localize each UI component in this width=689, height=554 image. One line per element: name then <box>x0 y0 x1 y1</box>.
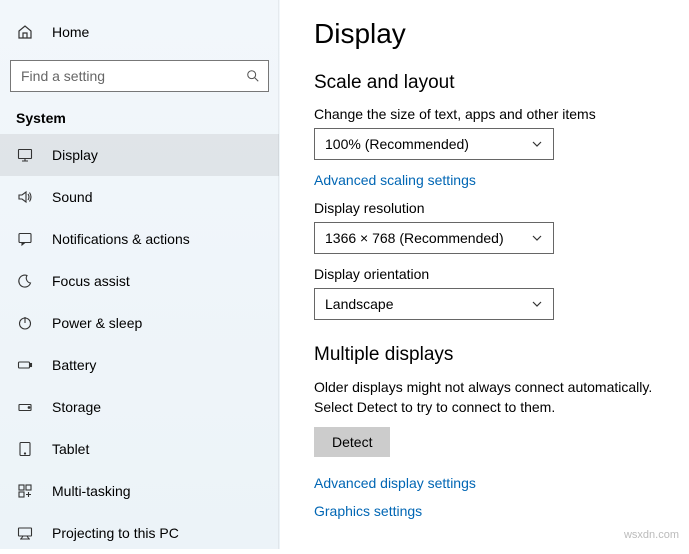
sidebar-nav-list: Display Sound Notifications & actions Fo… <box>0 134 279 554</box>
project-icon <box>16 524 34 542</box>
monitor-icon <box>16 146 34 164</box>
power-icon <box>16 314 34 332</box>
chevron-down-icon <box>531 298 543 310</box>
page-title: Display <box>314 18 667 50</box>
detect-button[interactable]: Detect <box>314 427 390 457</box>
multiple-displays-desc: Older displays might not always connect … <box>314 378 667 417</box>
main-content: Display Scale and layout Change the size… <box>280 0 689 549</box>
sidebar-item-sound[interactable]: Sound <box>0 176 279 218</box>
label-resolution: Display resolution <box>314 200 667 216</box>
sidebar-item-label: Storage <box>52 399 101 415</box>
tablet-icon <box>16 440 34 458</box>
sidebar-item-projecting[interactable]: Projecting to this PC <box>0 512 279 554</box>
dropdown-orientation-value: Landscape <box>325 296 394 312</box>
notification-icon <box>16 230 34 248</box>
sidebar-item-tablet[interactable]: Tablet <box>0 428 279 470</box>
sidebar-category: System <box>0 96 279 134</box>
search-wrap <box>0 52 279 96</box>
sidebar-item-storage[interactable]: Storage <box>0 386 279 428</box>
link-advanced-display[interactable]: Advanced display settings <box>314 475 476 491</box>
sidebar-item-label: Sound <box>52 189 92 205</box>
label-text-size: Change the size of text, apps and other … <box>314 106 667 122</box>
search-box[interactable] <box>10 60 269 92</box>
link-advanced-scaling[interactable]: Advanced scaling settings <box>314 172 476 188</box>
sidebar-item-display[interactable]: Display <box>0 134 279 176</box>
chevron-down-icon <box>531 138 543 150</box>
chevron-down-icon <box>531 232 543 244</box>
watermark: wsxdn.com <box>624 529 679 541</box>
dropdown-scale-value: 100% (Recommended) <box>325 136 469 152</box>
label-orientation: Display orientation <box>314 266 667 282</box>
sidebar-item-label: Focus assist <box>52 273 130 289</box>
sidebar-item-notifications[interactable]: Notifications & actions <box>0 218 279 260</box>
dropdown-resolution-value: 1366 × 768 (Recommended) <box>325 230 504 246</box>
dropdown-resolution[interactable]: 1366 × 768 (Recommended) <box>314 222 554 254</box>
home-icon <box>16 23 34 41</box>
sidebar-item-label: Notifications & actions <box>52 231 190 247</box>
sidebar-home[interactable]: Home <box>0 12 279 52</box>
sidebar-item-label: Projecting to this PC <box>52 525 179 541</box>
speaker-icon <box>16 188 34 206</box>
sidebar-item-power-sleep[interactable]: Power & sleep <box>0 302 279 344</box>
dropdown-scale[interactable]: 100% (Recommended) <box>314 128 554 160</box>
storage-icon <box>16 398 34 416</box>
sidebar-item-label: Display <box>52 147 98 163</box>
section-scale-heading: Scale and layout <box>314 72 667 94</box>
sidebar-item-battery[interactable]: Battery <box>0 344 279 386</box>
link-graphics-settings[interactable]: Graphics settings <box>314 503 422 519</box>
section-multiple-heading: Multiple displays <box>314 344 667 366</box>
sidebar-item-label: Battery <box>52 357 96 373</box>
search-icon <box>238 69 268 83</box>
sidebar-item-label: Tablet <box>52 441 89 457</box>
battery-icon <box>16 356 34 374</box>
sidebar-item-label: Power & sleep <box>52 315 142 331</box>
sidebar-item-focus-assist[interactable]: Focus assist <box>0 260 279 302</box>
search-input[interactable] <box>11 68 238 84</box>
dropdown-orientation[interactable]: Landscape <box>314 288 554 320</box>
moon-icon <box>16 272 34 290</box>
sidebar-item-multitasking[interactable]: Multi-tasking <box>0 470 279 512</box>
sidebar-item-label: Multi-tasking <box>52 483 131 499</box>
sidebar: Home System Display Sound Notif <box>0 0 280 549</box>
multitask-icon <box>16 482 34 500</box>
sidebar-home-label: Home <box>52 24 89 40</box>
